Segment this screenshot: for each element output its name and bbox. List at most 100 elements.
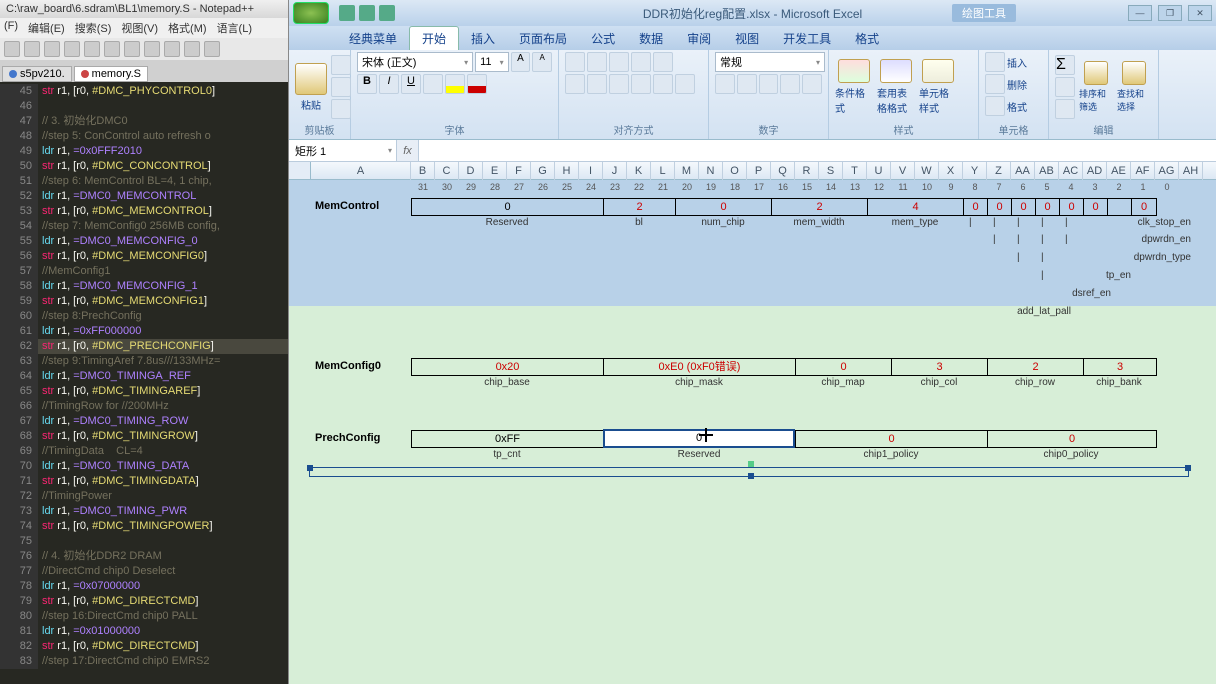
col-header-W[interactable]: W (915, 162, 939, 180)
col-header-S[interactable]: S (819, 162, 843, 180)
decrease-font-icon[interactable]: A (532, 52, 552, 72)
cell-styles-button[interactable]: 单元格样式 (919, 59, 957, 115)
find-button[interactable]: 查找和选择 (1117, 59, 1151, 115)
formula-bar[interactable] (419, 140, 1216, 161)
insert-icon[interactable] (985, 52, 1005, 72)
col-header-O[interactable]: O (723, 162, 747, 180)
col-header-R[interactable]: R (795, 162, 819, 180)
dec-decimal-icon[interactable] (802, 74, 822, 94)
indent-inc-icon[interactable] (653, 74, 673, 94)
close-icon[interactable] (84, 41, 100, 57)
comma-icon[interactable] (759, 74, 779, 94)
tab-insert[interactable]: 插入 (459, 27, 507, 50)
col-header-K[interactable]: K (627, 162, 651, 180)
col-header-Q[interactable]: Q (771, 162, 795, 180)
minimize-button[interactable]: — (1128, 5, 1152, 21)
col-header-A[interactable]: A (311, 162, 411, 180)
copy-icon[interactable] (144, 41, 160, 57)
fx-icon[interactable]: fx (397, 140, 419, 161)
redo-icon[interactable] (204, 41, 220, 57)
cut-icon[interactable] (331, 55, 351, 75)
col-header-C[interactable]: C (435, 162, 459, 180)
tab-view[interactable]: 视图 (723, 27, 771, 50)
delete-icon[interactable] (985, 74, 1005, 94)
col-header-U[interactable]: U (867, 162, 891, 180)
tab-memory-s[interactable]: memory.S (74, 66, 148, 82)
cut-icon[interactable] (124, 41, 140, 57)
cond-format-button[interactable]: 条件格式 (835, 59, 873, 115)
col-header-B[interactable]: B (411, 162, 435, 180)
col-header-AH[interactable]: AH (1179, 162, 1203, 180)
col-header-AB[interactable]: AB (1035, 162, 1059, 180)
col-header-T[interactable]: T (843, 162, 867, 180)
close-button[interactable]: ✕ (1188, 5, 1212, 21)
paste-icon[interactable] (164, 41, 180, 57)
fill-icon[interactable] (1055, 77, 1075, 97)
align-top-icon[interactable] (565, 52, 585, 72)
table-format-button[interactable]: 套用表格格式 (877, 59, 915, 115)
worksheet-grid[interactable]: ABCDEFGHIJKLMNOPQRSTUVWXYZAAABACADAEAFAG… (289, 162, 1216, 684)
tab-s5pv210[interactable]: s5pv210. (2, 66, 72, 82)
col-header-Y[interactable]: Y (963, 162, 987, 180)
col-header-AC[interactable]: AC (1059, 162, 1083, 180)
align-center-icon[interactable] (587, 74, 607, 94)
menu-lang[interactable]: 语言(L) (217, 20, 252, 36)
undo-icon[interactable] (184, 41, 200, 57)
tab-data[interactable]: 数据 (627, 27, 675, 50)
tab-layout[interactable]: 页面布局 (507, 27, 579, 50)
col-header-E[interactable]: E (483, 162, 507, 180)
merge-icon[interactable] (675, 74, 695, 94)
menu-view[interactable]: 视图(V) (121, 20, 158, 36)
format-icon[interactable] (985, 96, 1005, 116)
col-header-X[interactable]: X (939, 162, 963, 180)
tab-dev[interactable]: 开发工具 (771, 27, 843, 50)
font-name-combo[interactable]: 宋体 (正文)▾ (357, 52, 473, 72)
percent-icon[interactable] (737, 74, 757, 94)
align-mid-icon[interactable] (587, 52, 607, 72)
increase-font-icon[interactable]: A (511, 52, 531, 72)
number-format-combo[interactable]: 常规▾ (715, 52, 825, 72)
col-header-J[interactable]: J (603, 162, 627, 180)
align-bot-icon[interactable] (609, 52, 629, 72)
menu-search[interactable]: 搜索(S) (75, 20, 112, 36)
col-header-N[interactable]: N (699, 162, 723, 180)
menu-file[interactable]: (F) (4, 20, 18, 36)
col-header-Z[interactable]: Z (987, 162, 1011, 180)
tab-format[interactable]: 格式 (843, 27, 891, 50)
col-header-D[interactable]: D (459, 162, 483, 180)
sum-icon[interactable]: Σ (1055, 55, 1075, 75)
save-icon[interactable] (44, 41, 60, 57)
italic-icon[interactable]: I (379, 74, 399, 94)
code-editor[interactable]: 45str r1, [r0, #DMC_PHYCONTROL0]4647// 3… (0, 82, 288, 684)
orientation-icon[interactable] (631, 52, 651, 72)
col-header-AE[interactable]: AE (1107, 162, 1131, 180)
print-icon[interactable] (104, 41, 120, 57)
clear-icon[interactable] (1055, 99, 1075, 119)
bold-icon[interactable]: B (357, 74, 377, 94)
currency-icon[interactable] (715, 74, 735, 94)
wrap-icon[interactable] (653, 52, 673, 72)
fill-color-icon[interactable] (445, 74, 465, 94)
col-header-AF[interactable]: AF (1131, 162, 1155, 180)
col-header-V[interactable]: V (891, 162, 915, 180)
sort-button[interactable]: 排序和筛选 (1079, 59, 1113, 115)
undo-icon[interactable] (359, 5, 375, 21)
font-color-icon[interactable] (467, 74, 487, 94)
font-size-combo[interactable]: 11▾ (475, 52, 509, 72)
indent-dec-icon[interactable] (631, 74, 651, 94)
col-header-AA[interactable]: AA (1011, 162, 1035, 180)
border-icon[interactable] (423, 74, 443, 94)
col-header-P[interactable]: P (747, 162, 771, 180)
tab-formula[interactable]: 公式 (579, 27, 627, 50)
editing-cell[interactable]: 0 (603, 429, 795, 448)
col-header-G[interactable]: G (531, 162, 555, 180)
align-left-icon[interactable] (565, 74, 585, 94)
new-icon[interactable] (4, 41, 20, 57)
col-header-I[interactable]: I (579, 162, 603, 180)
open-icon[interactable] (24, 41, 40, 57)
col-header-F[interactable]: F (507, 162, 531, 180)
format-painter-icon[interactable] (331, 99, 351, 119)
saveall-icon[interactable] (64, 41, 80, 57)
copy-icon[interactable] (331, 77, 351, 97)
col-header-M[interactable]: M (675, 162, 699, 180)
